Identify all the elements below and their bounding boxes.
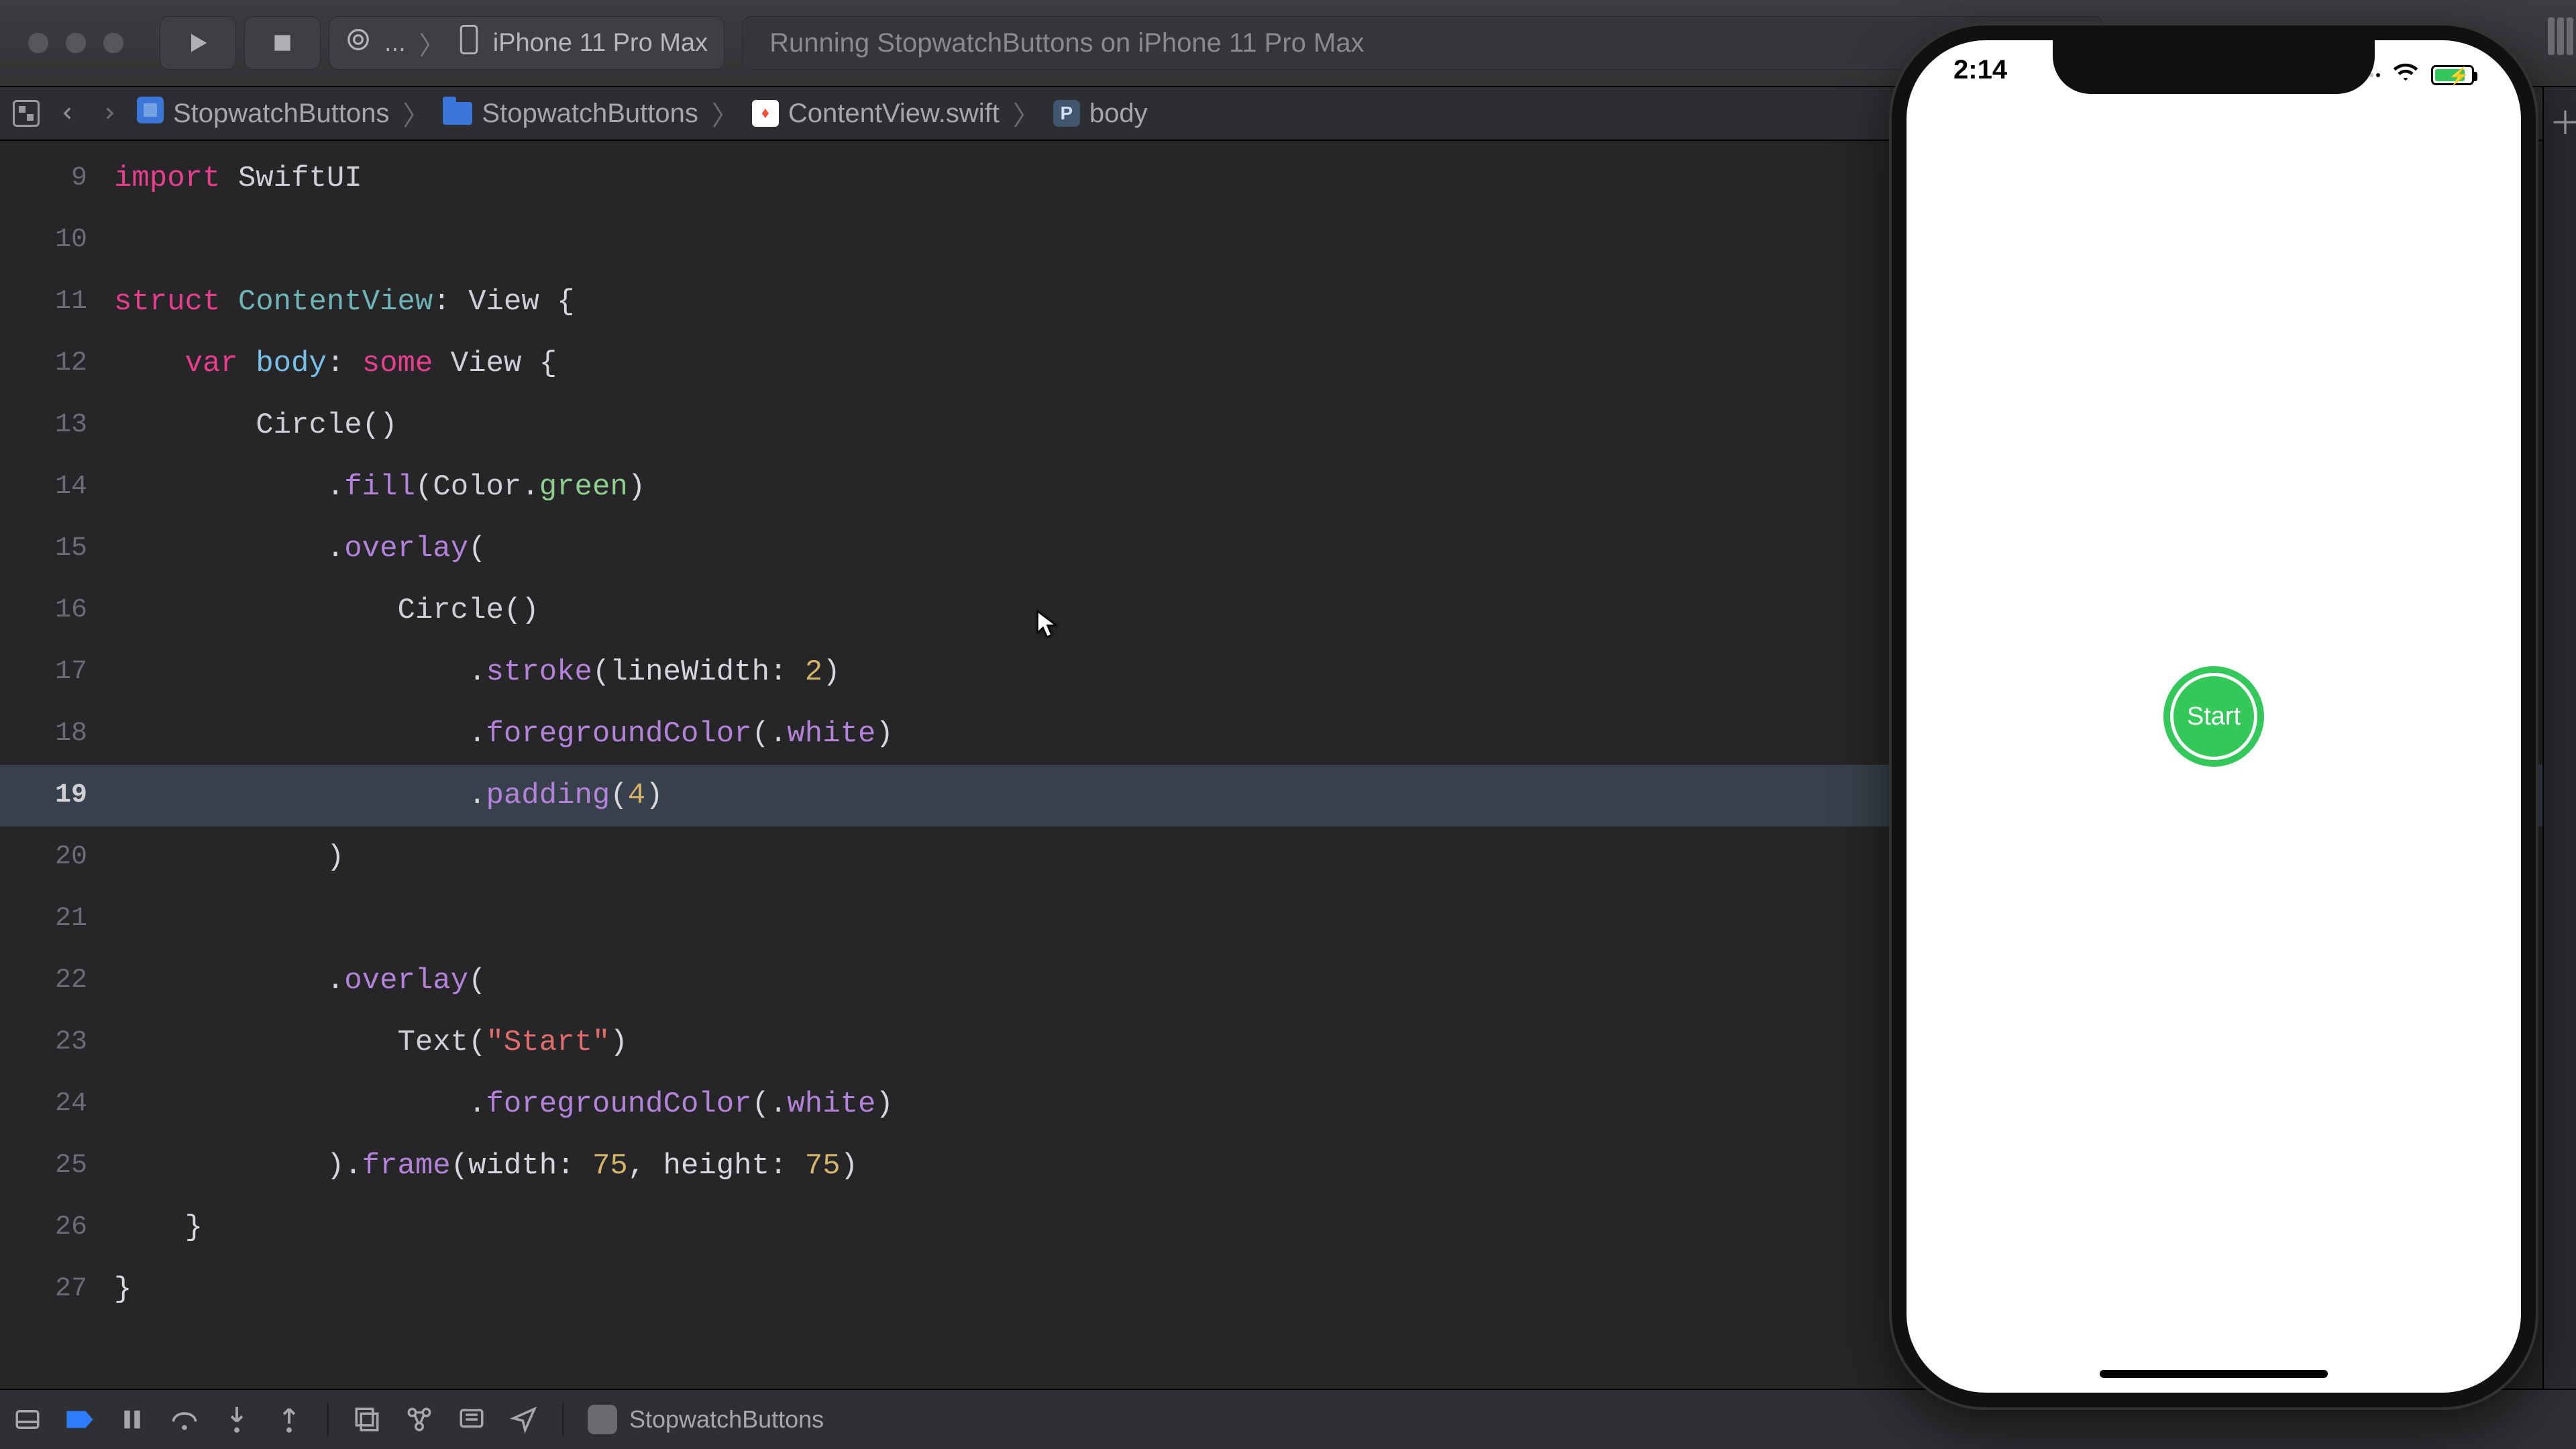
line-number: 9 [0,148,114,209]
separator [327,1403,329,1436]
panel-toggle-icon[interactable] [2548,17,2573,55]
chevron-right-icon: 〉 [402,94,429,133]
folder-icon [443,102,472,125]
activity-status: Running StopwatchButtons on iPhone 11 Pr… [742,16,2104,70]
wifi-icon [2392,58,2419,92]
chevron-right-icon: 〉 [1013,94,1040,133]
scheme-app-label: ... [384,29,406,58]
line-number: 24 [0,1073,114,1135]
code-content: var body: some View { [114,333,557,394]
line-number: 17 [0,641,114,703]
debug-memory-graph-icon[interactable] [405,1405,433,1434]
jumpbar-group-label: StopwatchButtons [482,99,698,129]
line-number: 18 [0,703,114,765]
line-number: 10 [0,209,114,271]
device-notch [2053,40,2375,94]
chevron-right-icon: 〉 [712,94,739,133]
library-add-icon[interactable]: ＋ [2549,97,2576,144]
scheme-selector[interactable]: ... 〉 iPhone 11 Pro Max [329,16,724,70]
line-number: 25 [0,1135,114,1197]
debug-process-label: StopwatchButtons [629,1405,824,1434]
line-number: 20 [0,826,114,888]
status-time: 2:14 [1953,55,2007,95]
xcode-project-icon [137,97,164,130]
code-content: .padding(4) [114,765,663,826]
line-number: 27 [0,1258,114,1320]
run-button[interactable] [160,16,236,70]
jumpbar-group[interactable]: StopwatchButtons [443,99,698,129]
breakpoints-toggle-icon[interactable] [66,1405,94,1434]
app-icon [588,1405,617,1434]
close-window-icon[interactable] [27,32,50,54]
line-number: 16 [0,580,114,641]
code-content: Circle() [114,580,539,641]
code-content: .stroke(lineWidth: 2) [114,641,841,703]
jumpbar-file-label: ContentView.swift [788,99,1000,129]
pause-continue-icon[interactable] [118,1405,146,1434]
jumpbar-project[interactable]: StopwatchButtons [137,97,389,130]
swift-file-icon: ♦ [752,100,779,127]
jumpbar-symbol-label: body [1089,99,1148,129]
separator [562,1403,564,1436]
line-number: 26 [0,1197,114,1258]
simulator-content[interactable]: Start [1907,40,2521,1393]
back-button[interactable] [54,99,82,127]
step-over-icon[interactable] [170,1405,199,1434]
forward-button[interactable] [95,99,123,127]
code-content: Circle() [114,394,397,456]
step-out-icon[interactable] [275,1405,303,1434]
line-number: 23 [0,1012,114,1073]
jumpbar-project-label: StopwatchButtons [173,99,389,129]
activity-status-text: Running StopwatchButtons on iPhone 11 Pr… [769,28,1364,58]
jumpbar-file[interactable]: ♦ ContentView.swift [752,99,1000,129]
line-number: 12 [0,333,114,394]
related-items-icon[interactable] [12,99,40,127]
jumpbar-symbol[interactable]: P body [1053,99,1148,129]
xcode-window: ... 〉 iPhone 11 Pro Max Running Stopwatc… [0,0,2576,1449]
hide-debug-area-icon[interactable] [13,1405,42,1434]
line-number: 19 [0,765,114,826]
line-number: 15 [0,518,114,580]
battery-icon: ⚡ [2431,65,2474,85]
line-number: 21 [0,888,114,950]
line-number: 11 [0,271,114,333]
target-icon [345,27,371,59]
right-sidebar-edge: ＋ [2542,87,2576,1389]
environment-overrides-icon[interactable] [458,1405,486,1434]
window-traffic-lights [27,32,125,54]
line-number: 13 [0,394,114,456]
code-content: import SwiftUI [114,148,362,209]
simulate-location-icon[interactable] [510,1405,538,1434]
stop-button[interactable] [244,16,321,70]
code-content: .overlay( [114,518,486,580]
debug-view-hierarchy-icon[interactable] [353,1405,381,1434]
line-number: 22 [0,950,114,1012]
zoom-window-icon[interactable] [102,32,125,54]
code-content: ).frame(width: 75, height: 75) [114,1135,858,1197]
play-icon [184,30,211,56]
step-into-icon[interactable] [223,1405,251,1434]
start-button[interactable]: Start [2163,666,2264,767]
code-content: .foregroundColor(.white) [114,703,894,765]
chevron-right-icon: 〉 [419,25,445,62]
code-content: ) [114,826,344,888]
line-number: 14 [0,456,114,518]
code-content: } [114,1258,131,1320]
home-indicator[interactable] [2100,1370,2328,1378]
property-icon: P [1053,100,1080,127]
code-content: .foregroundColor(.white) [114,1073,894,1135]
minimize-window-icon[interactable] [64,32,87,54]
ios-simulator: 2:14 ⚡ Start [1892,25,2536,1407]
device-icon [458,25,480,61]
code-content: Text("Start") [114,1012,628,1073]
stop-icon [269,30,296,56]
code-content: } [114,1197,203,1258]
debug-process[interactable]: StopwatchButtons [588,1405,824,1434]
code-content: .overlay( [114,950,486,1012]
scheme-device-label: iPhone 11 Pro Max [493,29,708,58]
start-button-ring [2170,673,2257,760]
code-content: .fill(Color.green) [114,456,645,518]
mouse-cursor-icon [1036,610,1058,640]
code-content: struct ContentView: View { [114,271,575,333]
